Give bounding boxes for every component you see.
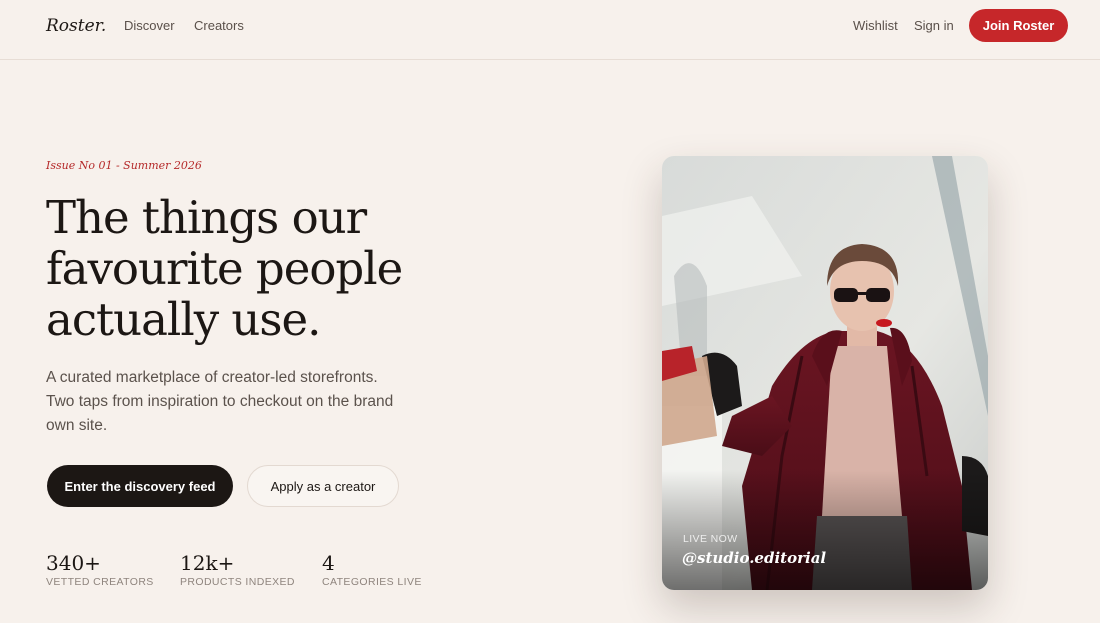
stat-label: PRODUCTS INDEXED [180, 576, 295, 588]
join-roster-button[interactable]: Join Roster [969, 9, 1068, 42]
stat-products-indexed: 12k+ PRODUCTS INDEXED [180, 551, 295, 588]
apply-as-creator-button[interactable]: Apply as a creator [247, 465, 399, 507]
live-now-label: LIVE NOW [683, 533, 738, 545]
subtitle-line: A curated marketplace of creator-led sto… [46, 369, 378, 386]
stat-label: CATEGORIES LIVE [322, 576, 422, 588]
logo[interactable]: Roster. [46, 16, 106, 36]
headline-line: actually use. [46, 293, 321, 346]
subtitle-line: Two taps from inspiration to checkout on… [46, 393, 394, 410]
stat-value: 12k+ [180, 551, 235, 575]
hero-headline: The things our favourite people actually… [46, 192, 466, 345]
enter-discovery-feed-button[interactable]: Enter the discovery feed [47, 465, 233, 507]
top-nav: Roster. Discover Creators Wishlist Sign … [0, 0, 1100, 60]
subtitle-line: own site. [46, 417, 108, 434]
nav-link-wishlist[interactable]: Wishlist [853, 18, 898, 33]
nav-link-discover[interactable]: Discover [124, 18, 175, 33]
nav-link-creators[interactable]: Creators [194, 18, 244, 33]
issue-eyebrow: Issue No 01 - Summer 2026 [46, 159, 202, 172]
stat-categories-live: 4 CATEGORIES LIVE [322, 551, 422, 588]
card-gradient-overlay [662, 470, 988, 590]
stat-value: 340+ [46, 551, 101, 575]
hero-subtitle: A curated marketplace of creator-led sto… [46, 366, 426, 438]
featured-creator-card[interactable]: LIVE NOW @studio.editorial [662, 156, 988, 590]
nav-link-sign-in[interactable]: Sign in [914, 18, 954, 33]
headline-line: The things our [46, 191, 367, 244]
stat-value: 4 [322, 551, 335, 575]
headline-line: favourite people [46, 242, 403, 295]
stat-label: VETTED CREATORS [46, 576, 154, 588]
creator-handle[interactable]: @studio.editorial [682, 549, 826, 567]
stat-vetted-creators: 340+ VETTED CREATORS [46, 551, 154, 588]
